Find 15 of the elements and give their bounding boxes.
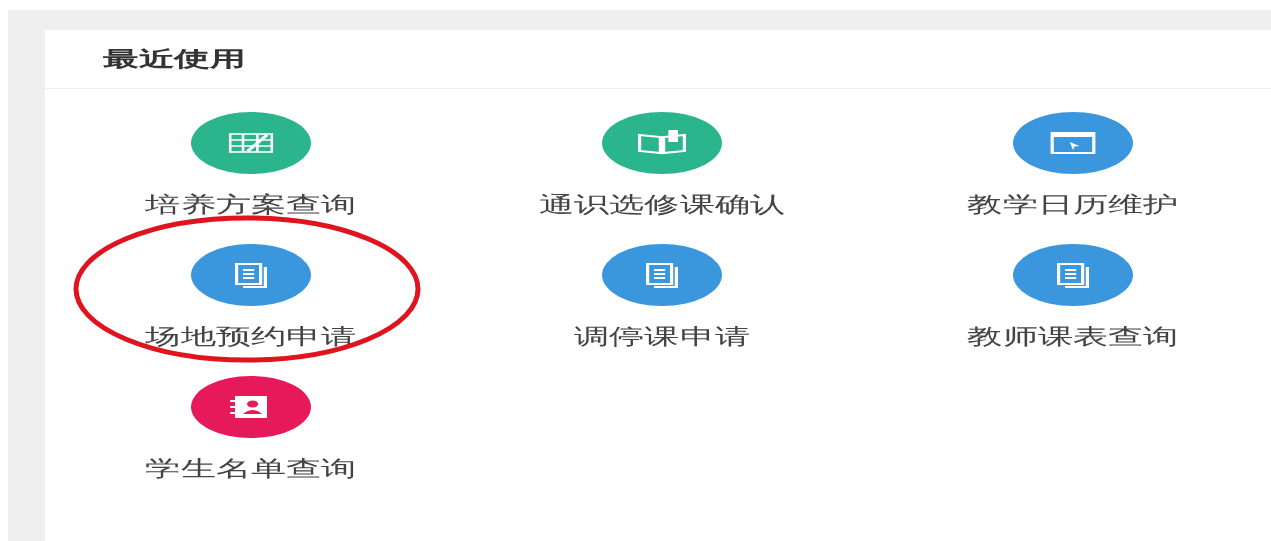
app-label[interactable]: 调停课申请 bbox=[573, 322, 750, 352]
app-label[interactable]: 培养方案查询 bbox=[144, 190, 357, 220]
document-icon[interactable] bbox=[190, 244, 311, 306]
book-icon[interactable] bbox=[601, 112, 722, 174]
app-label[interactable]: 教学日历维护 bbox=[966, 190, 1179, 220]
app-label[interactable]: 学生名单查询 bbox=[144, 454, 357, 484]
table-icon[interactable] bbox=[190, 112, 311, 174]
window-icon[interactable] bbox=[1012, 112, 1133, 174]
document-icon[interactable] bbox=[1012, 244, 1133, 306]
contact-card-icon[interactable] bbox=[190, 376, 311, 438]
app-label[interactable]: 场地预约申请 bbox=[144, 322, 357, 352]
panel-title: 最近使用 bbox=[103, 46, 246, 73]
app-label[interactable]: 教师课表查询 bbox=[966, 322, 1179, 352]
document-icon[interactable] bbox=[601, 244, 722, 306]
app-label[interactable]: 通识选修课确认 bbox=[538, 190, 785, 220]
